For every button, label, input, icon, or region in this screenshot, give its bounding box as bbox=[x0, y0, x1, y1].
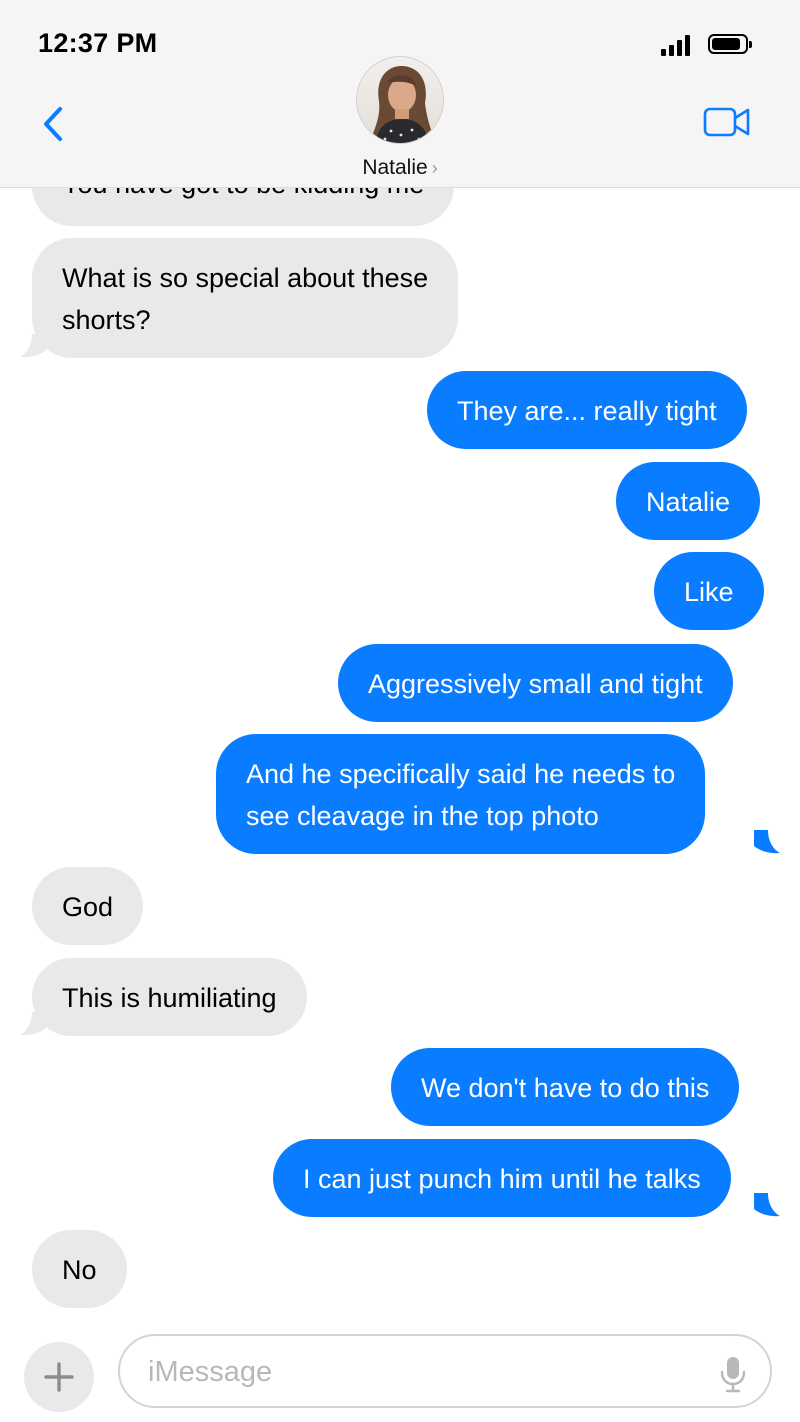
back-button[interactable] bbox=[38, 104, 72, 144]
bubble-tail bbox=[754, 830, 780, 854]
message-outgoing[interactable]: Natalie bbox=[616, 462, 761, 540]
contact-name: Natalie bbox=[362, 156, 428, 179]
messages-screen: You have got to be kidding me What is so… bbox=[0, 0, 800, 1422]
avatar[interactable] bbox=[356, 56, 444, 144]
message-outgoing[interactable]: We don't have to do this bbox=[391, 1048, 740, 1126]
message-text: This is humiliating bbox=[62, 983, 277, 1013]
message-text: shorts? bbox=[62, 305, 151, 335]
contact-name-button[interactable]: Natalie › bbox=[300, 156, 500, 180]
bubble-tail bbox=[754, 1193, 780, 1217]
message-incoming[interactable]: No bbox=[32, 1230, 127, 1308]
status-time: 12:37 PM bbox=[38, 28, 158, 58]
plus-icon bbox=[44, 1362, 74, 1392]
message-text: No bbox=[62, 1255, 97, 1285]
message-text: God bbox=[62, 892, 114, 922]
composer-bar bbox=[0, 1318, 800, 1422]
message-text: I can just punch him until he talks bbox=[303, 1164, 701, 1194]
message-input[interactable] bbox=[146, 1350, 690, 1394]
message-text: Natalie bbox=[646, 487, 731, 517]
chevron-left-icon bbox=[44, 107, 62, 141]
message-outgoing[interactable]: Like bbox=[654, 552, 764, 630]
imessage-field[interactable] bbox=[118, 1334, 772, 1408]
message-outgoing[interactable]: And he specifically said he needs to see… bbox=[216, 734, 706, 854]
bubble-tail bbox=[20, 1012, 46, 1036]
message-text: What is so special about these bbox=[62, 263, 429, 293]
facetime-video-button[interactable] bbox=[702, 104, 752, 140]
add-attachment-button[interactable] bbox=[24, 1342, 94, 1412]
message-outgoing[interactable]: Aggressively small and tight bbox=[338, 644, 733, 722]
battery-icon bbox=[708, 34, 752, 56]
contact-photo bbox=[357, 57, 443, 143]
conversation-header: 12:37 PM Natalie › bbox=[0, 0, 800, 188]
message-outgoing[interactable]: I can just punch him until he talks bbox=[273, 1139, 731, 1217]
message-text: see cleavage in the top photo bbox=[246, 801, 599, 831]
video-camera-icon bbox=[703, 107, 750, 137]
message-text: Like bbox=[684, 577, 734, 607]
message-incoming[interactable]: This is humiliating bbox=[32, 958, 307, 1036]
bubble-tail bbox=[20, 334, 46, 358]
dictation-button[interactable] bbox=[716, 1354, 750, 1394]
message-text: We don't have to do this bbox=[421, 1073, 710, 1103]
message-incoming[interactable]: God bbox=[32, 867, 144, 945]
message-text: And he specifically said he needs to bbox=[246, 759, 676, 789]
message-text: Aggressively small and tight bbox=[368, 669, 703, 699]
message-outgoing[interactable]: They are... really tight bbox=[427, 371, 747, 449]
message-text: They are... really tight bbox=[457, 396, 717, 426]
cellular-signal-icon bbox=[661, 34, 691, 56]
microphone-icon bbox=[720, 1357, 746, 1393]
chevron-right-icon: › bbox=[431, 158, 438, 178]
message-incoming[interactable]: What is so special about these shorts? bbox=[32, 238, 459, 358]
